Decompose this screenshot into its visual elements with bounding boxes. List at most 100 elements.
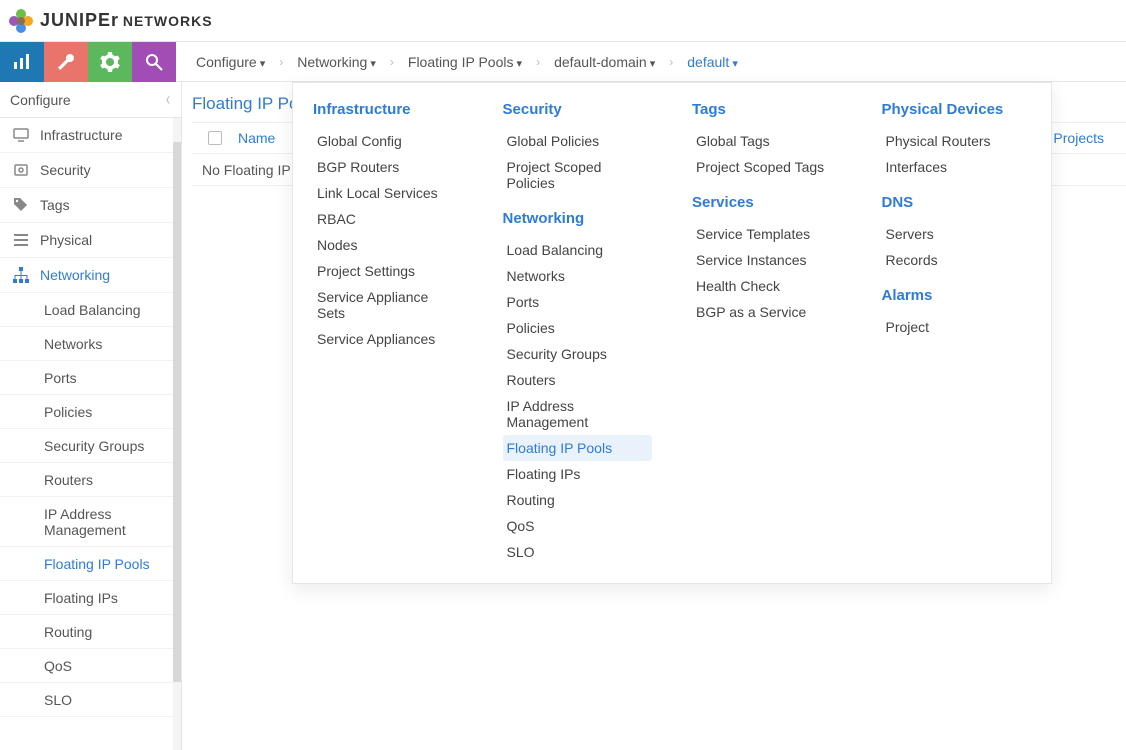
settings-mode-button[interactable]	[88, 42, 132, 82]
sidebar-item-label: Routing	[44, 624, 92, 640]
sidebar-subitem[interactable]: Security Groups	[0, 429, 181, 463]
breadcrumb-item[interactable]: Floating IP Pools	[408, 54, 522, 70]
collapse-sidebar-button[interactable]: ‹	[166, 89, 170, 110]
search-mode-button[interactable]	[132, 42, 176, 82]
sidebar-subitem[interactable]: Policies	[0, 395, 181, 429]
sidebar-item[interactable]: Tags	[0, 188, 181, 223]
mega-menu-item[interactable]: Interfaces	[882, 154, 1032, 180]
mega-menu-item[interactable]: Routing	[503, 487, 653, 513]
mega-menu-item[interactable]: Global Config	[313, 128, 463, 154]
sidebar-item-label: SLO	[44, 692, 72, 708]
breadcrumb-separator: ›	[390, 55, 394, 69]
sidebar-item[interactable]: Physical	[0, 223, 181, 258]
mega-menu-item[interactable]: Service Appliances	[313, 326, 463, 352]
sidebar-item[interactable]: Networking	[0, 258, 181, 293]
sidebar-subitem[interactable]: Ports	[0, 361, 181, 395]
breadcrumb-item[interactable]: Networking	[297, 54, 376, 70]
mega-menu-column: Security Global PoliciesProject Scoped Po…	[483, 101, 673, 565]
sidebar-item-label: Policies	[44, 404, 92, 420]
sidebar-header: Configure ‹	[0, 82, 181, 118]
mega-menu-item[interactable]: SLO	[503, 539, 653, 565]
breadcrumb-item[interactable]: default-domain	[554, 54, 655, 70]
toolbar-row: Configure›Networking›Floating IP Pools›d…	[0, 42, 1126, 82]
gear-icon	[100, 52, 120, 72]
sidebar-item-label: Floating IPs	[44, 590, 118, 606]
mega-menu-heading[interactable]: Tags	[692, 101, 842, 118]
monitor-mode-button[interactable]	[0, 42, 44, 82]
mega-menu-item[interactable]: Project Scoped Tags	[692, 154, 842, 180]
mega-menu-item[interactable]: Link Local Services	[313, 180, 463, 206]
configure-mode-button[interactable]	[44, 42, 88, 82]
mega-menu-item[interactable]: Load Balancing	[503, 237, 653, 263]
mega-menu-heading[interactable]: Networking	[503, 210, 653, 227]
breadcrumb-item[interactable]: default	[687, 54, 738, 70]
mega-menu-item[interactable]: Floating IP Pools	[503, 435, 653, 461]
column-name[interactable]: Name	[238, 130, 275, 146]
brand-logo: JUNIPEr NETWORKS	[8, 8, 213, 34]
sitemap-icon	[12, 267, 30, 283]
sidebar-item-label: Floating IP Pools	[44, 556, 150, 572]
top-logo-bar: JUNIPEr NETWORKS	[0, 0, 1126, 42]
sidebar-subitem[interactable]: Load Balancing	[0, 293, 181, 327]
mega-menu-item[interactable]: Project	[882, 314, 1032, 340]
mega-menu-column: Tags Global TagsProject Scoped Tags Servic…	[672, 101, 862, 565]
mega-menu-item[interactable]: Physical Routers	[882, 128, 1032, 154]
sidebar-subitem[interactable]: Networks	[0, 327, 181, 361]
mega-menu-heading[interactable]: Security	[503, 101, 653, 118]
mega-menu-item[interactable]: Routers	[503, 367, 653, 393]
mega-menu-item[interactable]: IP Address Management	[503, 393, 653, 435]
sidebar-item-label: Ports	[44, 370, 77, 386]
mega-menu-item[interactable]: Servers	[882, 221, 1032, 247]
sidebar-item-label: QoS	[44, 658, 72, 674]
mega-menu-heading[interactable]: Physical Devices	[882, 101, 1032, 118]
breadcrumb-item[interactable]: Configure	[196, 54, 265, 70]
select-all-checkbox[interactable]	[208, 131, 222, 145]
mega-menu-heading[interactable]: Services	[692, 194, 842, 211]
mega-menu-item[interactable]: Service Appliance Sets	[313, 284, 463, 326]
sidebar-scrollbar-track[interactable]	[173, 118, 181, 750]
sidebar-subitem[interactable]: QoS	[0, 649, 181, 683]
mega-menu-item[interactable]: QoS	[503, 513, 653, 539]
mega-menu-item[interactable]: Service Templates	[692, 221, 842, 247]
wrench-icon	[56, 52, 76, 72]
sidebar-item-label: Load Balancing	[44, 302, 141, 318]
mega-menu-item[interactable]: Project Scoped Policies	[503, 154, 653, 196]
mega-menu-item[interactable]: Nodes	[313, 232, 463, 258]
mega-menu-item[interactable]: Floating IPs	[503, 461, 653, 487]
mega-menu-item[interactable]: BGP as a Service	[692, 299, 842, 325]
sidebar-subitem[interactable]: Routers	[0, 463, 181, 497]
mega-menu-heading[interactable]: DNS	[882, 194, 1032, 211]
sidebar-item-label: Routers	[44, 472, 93, 488]
mega-menu-item[interactable]: Security Groups	[503, 341, 653, 367]
mega-menu-item[interactable]: Service Instances	[692, 247, 842, 273]
mode-buttons	[0, 42, 176, 82]
mega-menu-item[interactable]: Health Check	[692, 273, 842, 299]
sidebar-item[interactable]: Infrastructure	[0, 118, 181, 153]
sidebar-subitem[interactable]: IP Address Management	[0, 497, 181, 547]
mega-menu-item[interactable]: Records	[882, 247, 1032, 273]
sidebar-item-label: Networking	[40, 267, 110, 283]
mega-menu-heading[interactable]: Alarms	[882, 287, 1032, 304]
sidebar-item-label: Tags	[40, 197, 70, 213]
sidebar-item-label: Physical	[40, 232, 92, 248]
mega-menu-item[interactable]: Policies	[503, 315, 653, 341]
mega-menu-column: Infrastructure Global ConfigBGP RoutersLi…	[293, 101, 483, 565]
sidebar-item-label: Security	[40, 162, 91, 178]
sidebar-subitem[interactable]: SLO	[0, 683, 181, 717]
mega-menu-item[interactable]: RBAC	[313, 206, 463, 232]
sidebar-subitem[interactable]: Floating IPs	[0, 581, 181, 615]
sidebar-subitem[interactable]: Floating IP Pools	[0, 547, 181, 581]
sidebar-item-label: Infrastructure	[40, 127, 122, 143]
mega-menu-item[interactable]: Project Settings	[313, 258, 463, 284]
mega-menu-item[interactable]: Global Tags	[692, 128, 842, 154]
mega-menu-item[interactable]: Ports	[503, 289, 653, 315]
brand-text: JUNIPEr NETWORKS	[40, 10, 213, 31]
mega-menu-heading[interactable]: Infrastructure	[313, 101, 463, 118]
sidebar-scrollbar-thumb[interactable]	[173, 142, 181, 682]
sidebar-item-label: Security Groups	[44, 438, 144, 454]
mega-menu-item[interactable]: Global Policies	[503, 128, 653, 154]
sidebar-subitem[interactable]: Routing	[0, 615, 181, 649]
mega-menu-item[interactable]: BGP Routers	[313, 154, 463, 180]
sidebar-item[interactable]: Security	[0, 153, 181, 188]
mega-menu-item[interactable]: Networks	[503, 263, 653, 289]
